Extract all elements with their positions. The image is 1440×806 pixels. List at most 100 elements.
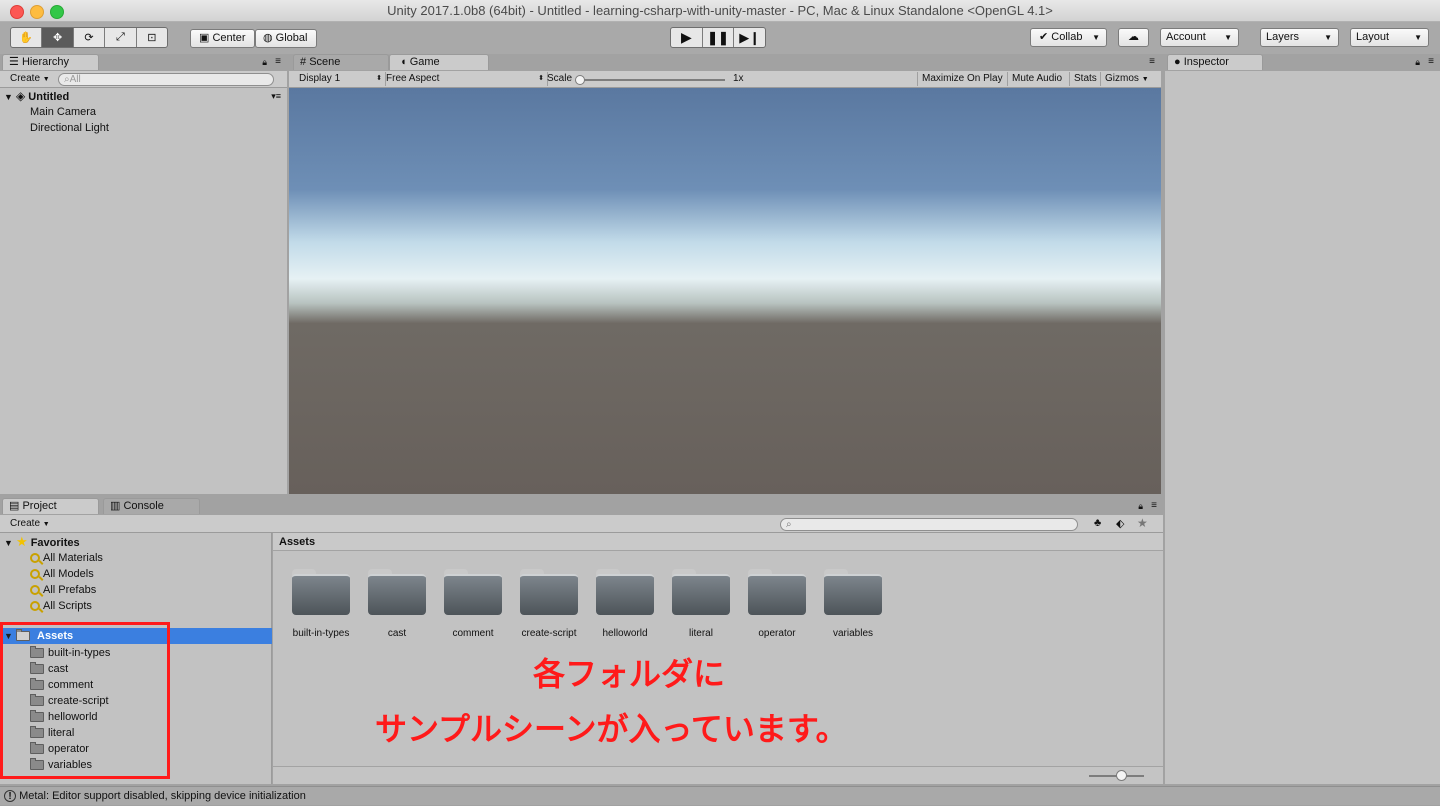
annotation-line-1: 各フォルダに [533,655,726,693]
display-dropdown[interactable]: Display 1 ⬍ [295,72,386,86]
transform-tools: ✋ ✥ ⟳ ⤢ ⊡ [10,27,168,48]
lock-icon[interactable]: 🔒︎ [1138,501,1143,512]
project-search-input[interactable]: ⌕ [780,518,1078,531]
chevron-down-icon: ▼ [1324,33,1332,42]
scale-label: Scale [547,73,573,84]
scale-icon: ⤢ [116,31,125,43]
tab-console[interactable]: ▥ Console [103,498,200,514]
minimize-window-button[interactable] [30,5,44,19]
tab-scene[interactable]: # Scene [293,54,389,70]
layout-dropdown[interactable]: Layout ▼ [1350,28,1429,47]
console-icon: ▥ [110,500,121,512]
panel-menu-icon[interactable]: ≡ [1151,500,1157,511]
gizmos-dropdown[interactable]: Gizmos ▼ [1100,72,1153,86]
folder-tab-icon: ▤ [9,500,20,512]
tab-inspector[interactable]: ● Inspector [1167,54,1263,70]
account-dropdown[interactable]: Account ▼ [1160,28,1239,47]
playback-controls: ▶ ❚❚ ▶❙ [670,27,766,48]
saved-search-icon [30,601,40,612]
folder-thumbnail[interactable] [596,569,654,615]
window-title: Unity 2017.1.0b8 (64bit) - Untitled - le… [387,3,1053,18]
chevron-down-icon: ▼ [1141,76,1149,83]
favorites-row[interactable]: ▼ ★ Favorites [0,534,272,550]
folder-thumbnail[interactable] [368,569,426,615]
panel-menu-icon[interactable]: ≡ [1428,56,1434,67]
play-icon: ▶ [680,29,692,45]
folder-thumbnail[interactable] [520,569,578,615]
hierarchy-search-input[interactable]: ⌕All [58,73,274,86]
panel-menu-icon[interactable]: ≡ [275,56,281,67]
scale-slider-track[interactable] [577,79,725,81]
hand-tool-button[interactable]: ✋ [11,28,43,47]
list-icon: ☰ [9,56,19,68]
status-bar: ! Metal: Editor support disabled, skippi… [0,786,1440,805]
warning-icon: ! [4,790,16,802]
folder-thumbnail[interactable] [824,569,882,615]
layers-dropdown[interactable]: Layers ▼ [1260,28,1339,47]
scale-slider-handle[interactable] [575,75,585,85]
favorite-item[interactable]: All Models [30,566,94,582]
folder-thumbnail[interactable] [444,569,502,615]
pivot-global-button[interactable]: ◍ Global [255,29,317,48]
folder-thumbnail[interactable] [748,569,806,615]
step-button[interactable]: ▶❙ [734,28,765,47]
check-icon: ✔ [1039,31,1049,43]
game-view[interactable] [289,88,1161,494]
info-icon: ● [1174,56,1181,68]
aspect-dropdown[interactable]: Free Aspect ⬍ [382,72,548,86]
favorite-item[interactable]: All Prefabs [30,582,96,598]
annotation-line-2: サンプルシーンが入っています。 [375,710,848,748]
folder-label[interactable]: variables [808,628,898,639]
star-icon: ★ [15,534,28,549]
cloud-icon: ☁ [1128,31,1139,43]
tab-project[interactable]: ▤ Project [2,498,99,514]
hierarchy-item[interactable]: Directional Light [30,120,109,136]
scene-menu-icon[interactable]: ▾≡ [271,88,281,104]
favorite-item[interactable]: All Materials [30,550,103,566]
lock-icon[interactable]: 🔒︎ [1415,57,1420,68]
tab-hierarchy[interactable]: ☰ Hierarchy [2,54,99,70]
rect-tool-button[interactable]: ⊡ [137,28,167,47]
hierarchy-item[interactable]: Main Camera [30,104,96,120]
chevron-down-icon: ▼ [1224,33,1232,42]
chevron-down-icon: ▼ [1414,33,1422,42]
lock-icon[interactable]: 🔒︎ [262,57,267,68]
panel-menu-icon[interactable]: ≡ [1149,56,1155,67]
pause-button[interactable]: ❚❚ [703,28,735,47]
stats-toggle[interactable]: Stats [1069,72,1101,86]
pivot-center-button[interactable]: ▣ Center [190,29,255,48]
project-breadcrumb[interactable]: Assets [273,533,1163,551]
scale-tool-button[interactable]: ⤢ [105,28,137,47]
favorite-item[interactable]: All Scripts [30,598,92,614]
move-tool-button[interactable]: ✥ [42,28,74,47]
filter-by-type-icon[interactable]: ♣ [1094,517,1101,529]
folder-thumbnail[interactable] [292,569,350,615]
play-button[interactable]: ▶ [671,28,703,47]
collab-dropdown[interactable]: ✔ Collab ▼ [1030,28,1107,47]
chevron-down-icon: ▼ [42,76,50,83]
expand-arrow-icon[interactable]: ▼ [4,92,13,102]
hierarchy-toolbar: Create ▼ ⌕All [0,71,287,88]
scene-row[interactable]: ▼ ◈ Untitled ▾≡ [0,88,287,104]
project-tabstrip: ▤ Project ▥ Console 🔒︎ ≡ [0,498,1163,515]
rotate-tool-button[interactable]: ⟳ [74,28,106,47]
zoom-window-button[interactable] [50,5,64,19]
expand-arrow-icon[interactable]: ▼ [4,538,13,548]
unity-scene-icon: ◈ [15,89,26,103]
tab-game[interactable]: ◖ Game [389,54,489,70]
close-window-button[interactable] [10,5,24,19]
star-icon[interactable]: ★ [1137,516,1148,530]
filter-by-label-icon[interactable]: ⬖ [1116,517,1124,530]
maximize-on-play-toggle[interactable]: Maximize On Play [917,72,1007,86]
hierarchy-create-button[interactable]: Create ▼ [6,72,54,86]
project-create-button[interactable]: Create ▼ [6,517,54,531]
cloud-button[interactable]: ☁ [1118,28,1149,47]
folder-thumbnail[interactable] [672,569,730,615]
game-toolbar: Display 1 ⬍ Free Aspect ⬍ Scale 1x Maximiz… [289,71,1161,88]
main-toolbar: ✋ ✥ ⟳ ⤢ ⊡ ▣ Center ◍ Global ▶ ❚❚ ▶❙ ✔ Co… [0,22,1440,54]
viewport-tabstrip: # Scene ◖ Game ≡ [289,54,1161,71]
mute-audio-toggle[interactable]: Mute Audio [1007,72,1066,86]
icon-size-slider-handle[interactable] [1116,770,1127,781]
inspector-panel [1165,71,1440,784]
chevron-down-icon: ▼ [1092,33,1100,42]
